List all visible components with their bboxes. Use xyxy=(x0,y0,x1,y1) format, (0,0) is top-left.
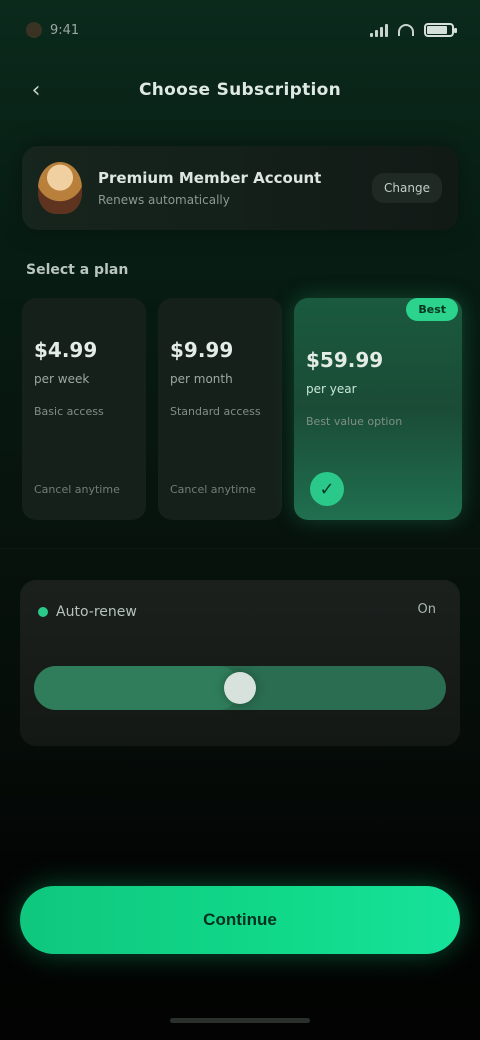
status-time: 9:41 xyxy=(50,22,80,38)
plan-period: per year xyxy=(306,382,357,396)
signal-icon xyxy=(370,23,388,37)
plan-period: per month xyxy=(170,372,233,386)
change-button[interactable]: Change xyxy=(372,173,442,203)
plan-price: $4.99 xyxy=(34,338,98,362)
status-right xyxy=(370,23,457,37)
plan-description: Best value option xyxy=(306,415,403,428)
avatar xyxy=(38,162,82,214)
section-title: Select a plan xyxy=(26,262,129,278)
status-dot-icon xyxy=(38,607,48,617)
plan-note: Cancel anytime xyxy=(34,483,120,496)
chevron-left-icon: ‹ xyxy=(31,77,41,103)
check-icon: ✓ xyxy=(310,472,344,506)
slider-fill xyxy=(34,666,240,710)
plan-description: Basic access xyxy=(34,405,104,418)
plan-list: $4.99 per week Basic access Cancel anyti… xyxy=(22,298,462,524)
profile-name: Premium Member Account xyxy=(98,169,322,187)
page-title: Choose Subscription xyxy=(138,80,342,100)
plan-description: Standard access xyxy=(170,405,261,418)
plan-price: $59.99 xyxy=(306,348,384,372)
auto-renew-label: Auto-renew xyxy=(38,604,442,620)
continue-button[interactable]: Continue xyxy=(20,886,460,954)
status-bar: 9:41 xyxy=(0,0,480,60)
auto-renew-slider[interactable] xyxy=(34,666,446,710)
plan-period: per week xyxy=(34,372,90,386)
plan-note: Cancel anytime xyxy=(170,483,256,496)
profile-subtitle: Renews automatically xyxy=(98,193,230,207)
home-indicator xyxy=(170,1018,310,1023)
best-value-badge: Best xyxy=(406,298,458,321)
plan-card-yearly[interactable]: Best $59.99 per year Best value option ✓ xyxy=(294,298,462,520)
back-button[interactable]: ‹ xyxy=(22,76,50,104)
wifi-icon xyxy=(398,24,414,36)
status-left: 9:41 xyxy=(26,22,79,38)
slider-thumb[interactable] xyxy=(224,672,256,704)
battery-level xyxy=(427,26,448,34)
profile-card[interactable]: Premium Member Account Renews automatica… xyxy=(22,146,458,230)
profile-text: Premium Member Account Renews automatica… xyxy=(98,169,362,207)
header: ‹ Choose Subscription xyxy=(0,60,480,120)
app-indicator-icon xyxy=(26,22,42,38)
auto-renew-card: Auto-renew On xyxy=(20,580,460,746)
auto-renew-text: Auto-renew xyxy=(56,604,137,620)
divider xyxy=(0,548,480,549)
plan-card-weekly[interactable]: $4.99 per week Basic access Cancel anyti… xyxy=(22,298,146,520)
battery-icon xyxy=(424,23,457,37)
plan-price: $9.99 xyxy=(170,338,234,362)
plan-card-monthly[interactable]: $9.99 per month Standard access Cancel a… xyxy=(158,298,282,520)
auto-renew-value: On xyxy=(417,602,436,617)
